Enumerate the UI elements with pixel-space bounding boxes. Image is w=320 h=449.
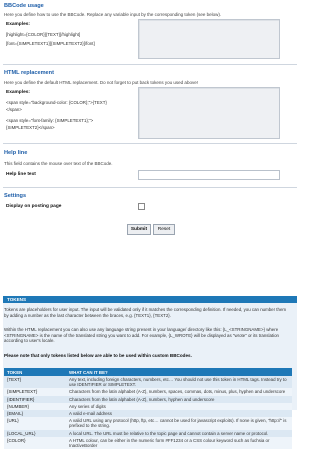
divider: [3, 64, 297, 65]
token-column-header: TOKEN: [4, 368, 66, 376]
token-name: {URL}: [4, 417, 66, 430]
help-line-input[interactable]: [138, 170, 280, 180]
token-description: A valid URL using any protocol (http, ft…: [66, 417, 292, 430]
table-row: {EMAIL} A valid e-mail address: [4, 410, 292, 418]
help-line-title: Help line: [4, 150, 28, 156]
token-name: {COLOR}: [4, 436, 66, 449]
bbcode-usage-desc: Here you define how to use the BBCode. R…: [4, 12, 222, 17]
token-description: Characters from the latin alphabet (A-Z)…: [66, 395, 292, 403]
submit-button[interactable]: Submit: [127, 224, 151, 235]
html-example-4: {SIMPLETEXT2}</span>: [6, 125, 55, 130]
table-row: {LOCAL_URL} A local URL. The URL must be…: [4, 429, 292, 437]
tokens-html-note: Within the HTML replacement you can also…: [4, 327, 279, 344]
token-name: {TEXT}: [4, 376, 66, 389]
token-name: {SIMPLETEXT}: [4, 388, 66, 396]
token-name: {IDENTIFIER}: [4, 395, 66, 403]
token-description: Any text, including foreign characters, …: [66, 376, 292, 389]
table-row: {URL} A valid URL using any protocol (ht…: [4, 417, 292, 430]
token-description: A valid e-mail address: [66, 410, 292, 418]
divider: [3, 187, 297, 188]
table-row: {SIMPLETEXT} Characters from the latin a…: [4, 388, 292, 396]
table-row: {IDENTIFIER} Characters from the latin a…: [4, 395, 292, 403]
bbcode-usage-title: BBCode usage: [4, 3, 44, 9]
table-row: {NUMBER} Any series of digits: [4, 402, 292, 411]
settings-title: Settings: [4, 193, 27, 199]
token-description: A local URL. The URL must be relative to…: [66, 429, 292, 437]
tokens-custom-note: Please note that only tokens listed belo…: [4, 353, 192, 358]
html-example-3: <span style="font-family: {SIMPLETEXT1};…: [6, 118, 94, 123]
table-row: {TEXT} Any text, including foreign chara…: [4, 376, 292, 389]
divider: [3, 143, 297, 144]
html-replacement-title: HTML replacement: [4, 70, 54, 76]
bbcode-usage-textarea[interactable]: [138, 19, 280, 59]
table-row: {COLOR} A HTML colour, can be either in …: [4, 436, 292, 449]
help-line-desc: This field contains the mouse over text …: [4, 161, 113, 166]
what-column-header: WHAT CAN IT BE?: [66, 368, 292, 376]
usage-examples-label: Examples:: [6, 22, 30, 27]
token-description: Any series of digits: [66, 402, 292, 411]
token-name: {LOCAL_URL}: [4, 429, 66, 437]
usage-example-1: [highlight={COLOR}]{TEXT}[/highlight]: [6, 32, 81, 37]
tokens-intro: Tokens are placeholders for user input. …: [4, 307, 287, 318]
token-description: Characters from the latin alphabet (A-Z)…: [66, 388, 292, 396]
usage-example-2: [font={SIMPLETEXT1}]{SIMPLETEXT2}[/font]: [6, 41, 95, 46]
token-name: {EMAIL}: [4, 410, 66, 418]
display-on-posting-label: Display on posting page: [6, 204, 62, 209]
token-name: {NUMBER}: [4, 402, 66, 411]
html-example-1: <span style="background-color: {COLOR};"…: [6, 100, 107, 105]
reset-button[interactable]: Reset: [153, 224, 175, 235]
html-replacement-desc: Here you define the default HTML replace…: [4, 80, 198, 85]
html-example-2: </span>: [6, 107, 22, 112]
help-line-label: Help line text: [6, 172, 36, 177]
token-description: A HTML colour, can be either in the nume…: [66, 436, 292, 449]
tokens-table: TOKEN WHAT CAN IT BE? {TEXT} Any text, i…: [4, 368, 292, 449]
display-on-posting-checkbox[interactable]: [138, 203, 145, 210]
tokens-header: TOKENS: [3, 296, 297, 303]
html-replacement-textarea[interactable]: [138, 87, 280, 139]
html-examples-label: Examples:: [6, 90, 30, 95]
